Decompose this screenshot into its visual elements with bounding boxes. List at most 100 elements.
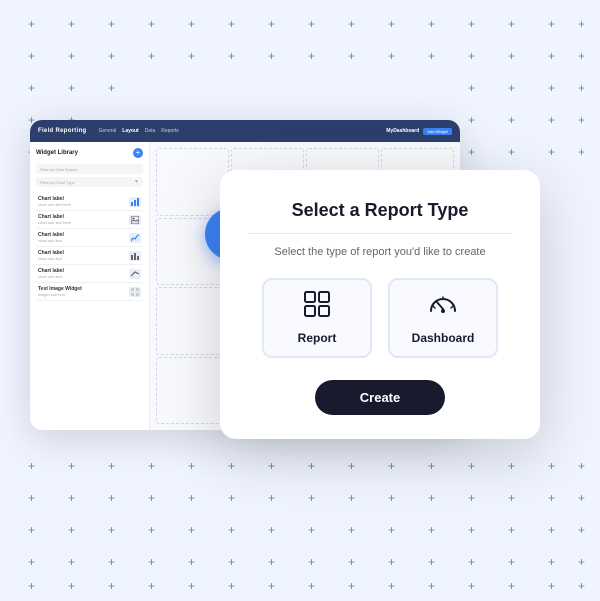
dot: + (188, 580, 195, 592)
dot: + (68, 524, 75, 536)
topbar-nav-data[interactable]: Data (145, 128, 156, 134)
dot: + (548, 82, 555, 94)
topbar-nav-general[interactable]: General (99, 128, 117, 134)
sidebar-item-info: Chart label chart sub text (38, 268, 125, 279)
dot: + (28, 82, 35, 94)
sidebar-title: Widget Library (36, 150, 78, 156)
dot: + (508, 18, 515, 30)
dot: + (268, 50, 275, 62)
dot: + (268, 556, 275, 568)
sidebar-item-sub: chart sub text (38, 256, 125, 261)
topbar-nav-layout[interactable]: Layout (122, 128, 138, 134)
list-item[interactable]: Chart label chart sub text here (36, 211, 143, 229)
dot: + (348, 556, 355, 568)
bar-chart-icon (129, 251, 141, 261)
dot: + (108, 556, 115, 568)
report-option-label: Report (298, 331, 337, 345)
sidebar-item-sub: chart sub text (38, 238, 125, 243)
dot: + (188, 50, 195, 62)
create-button-label: Create (360, 390, 400, 405)
topbar-nav-reports[interactable]: Reports (161, 128, 179, 134)
dot: + (188, 524, 195, 536)
dashboard-option[interactable]: Dashboard (388, 278, 498, 358)
dot: + (578, 50, 585, 62)
dot: + (308, 580, 315, 592)
sidebar-filter[interactable]: Filter by Chart Type ▼ (36, 177, 143, 187)
scene-container: Field Reporting General Layout Data Repo… (30, 120, 570, 490)
dot: + (108, 18, 115, 30)
sidebar-add-button[interactable]: + (133, 148, 143, 158)
dot: + (68, 18, 75, 30)
dot: + (578, 82, 585, 94)
dot: + (148, 18, 155, 30)
dot: + (548, 18, 555, 30)
dot: + (228, 492, 235, 504)
topbar-widget-btn[interactable]: Add Widget (423, 128, 452, 135)
dot: + (148, 524, 155, 536)
dot: + (108, 492, 115, 504)
dot: + (468, 524, 475, 536)
dot: + (428, 492, 435, 504)
dot: + (428, 524, 435, 536)
dot: + (348, 18, 355, 30)
dot: + (188, 18, 195, 30)
sidebar-item-info: Chart label chart sub text here (38, 214, 125, 225)
dot: + (268, 18, 275, 30)
dot: + (68, 492, 75, 504)
dot: + (108, 524, 115, 536)
dot: + (508, 556, 515, 568)
list-item[interactable]: Chart label chart sub text here (36, 193, 143, 211)
topbar-right: MyDashboard Add Widget (386, 128, 452, 135)
dashboard-topbar: Field Reporting General Layout Data Repo… (30, 120, 460, 142)
dot: + (308, 524, 315, 536)
dot: + (468, 556, 475, 568)
list-item[interactable]: Test Image Widget widget sub text (36, 283, 143, 301)
dot: + (228, 556, 235, 568)
list-item[interactable]: Chart label chart sub text (36, 247, 143, 265)
topbar-brand: MyDashboard (386, 128, 419, 134)
dot: + (228, 580, 235, 592)
sidebar-search-placeholder: Filter by Data Source (40, 167, 78, 172)
dot: + (428, 580, 435, 592)
dot: + (348, 492, 355, 504)
sidebar-header: Widget Library + (36, 148, 143, 158)
dot: + (388, 524, 395, 536)
report-option[interactable]: Report (262, 278, 372, 358)
dot: + (68, 556, 75, 568)
grid-cell (156, 357, 229, 425)
select-report-type-modal: Select a Report Type Select the type of … (220, 170, 540, 439)
dashboard-option-label: Dashboard (412, 331, 475, 345)
dot: + (468, 580, 475, 592)
dot: + (28, 580, 35, 592)
dot: + (548, 556, 555, 568)
dot: + (268, 524, 275, 536)
dot: + (388, 18, 395, 30)
dot: + (68, 50, 75, 62)
dot: + (508, 50, 515, 62)
dot: + (578, 146, 585, 158)
modal-title: Select a Report Type (248, 200, 512, 221)
dot: + (548, 524, 555, 536)
dot: + (28, 524, 35, 536)
dot: + (148, 556, 155, 568)
dot: + (108, 580, 115, 592)
topbar-nav: General Layout Data Reports (99, 128, 179, 134)
dashboard-gauge-icon (428, 291, 458, 323)
line-chart-icon (129, 269, 141, 279)
dot: + (188, 556, 195, 568)
create-button[interactable]: Create (315, 380, 445, 415)
dot: + (148, 492, 155, 504)
list-item[interactable]: Chart label chart sub text (36, 229, 143, 247)
dot: + (348, 524, 355, 536)
sidebar-item-info: Chart label chart sub text here (38, 196, 125, 207)
sidebar-search[interactable]: Filter by Data Source (36, 164, 143, 174)
dot: + (388, 580, 395, 592)
dot: + (228, 18, 235, 30)
sidebar-item-sub: chart sub text here (38, 202, 125, 207)
sidebar-filter-placeholder: Filter by Chart Type (40, 180, 75, 185)
list-item[interactable]: Chart label chart sub text (36, 265, 143, 283)
dot: + (28, 18, 35, 30)
dot: + (308, 50, 315, 62)
chevron-down-icon: ▼ (134, 179, 139, 185)
image-icon (129, 215, 141, 225)
